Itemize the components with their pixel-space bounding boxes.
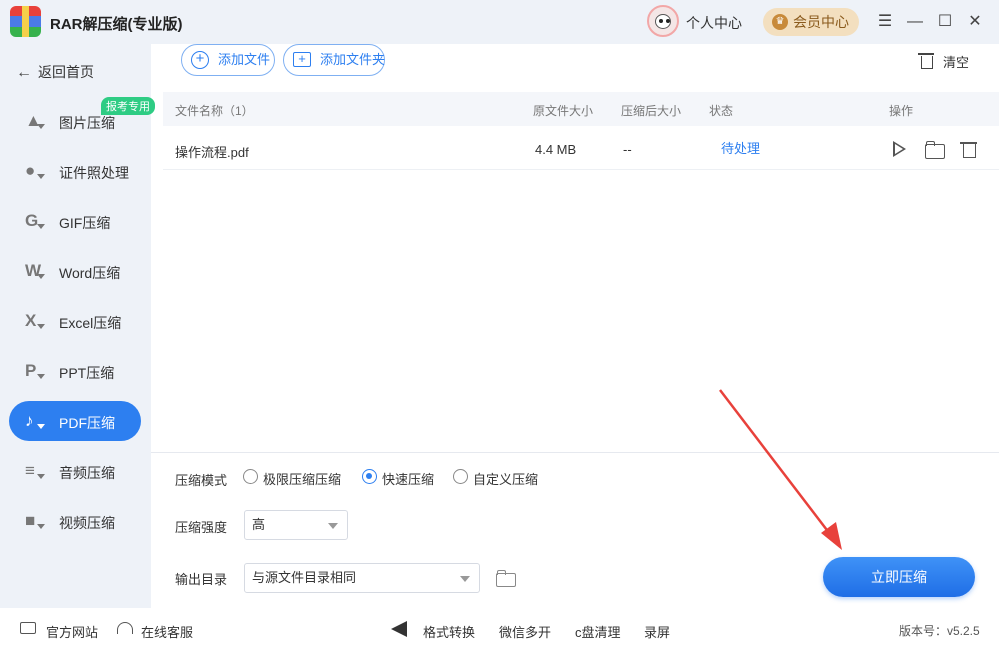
pdf-icon: ♪ (25, 410, 49, 432)
sidebar-item-label: GIF压缩 (59, 215, 111, 231)
maximize-icon[interactable]: ☐ (934, 11, 956, 33)
vip-center-button[interactable]: ♛ 会员中心 (763, 8, 859, 36)
footer-link-wechat[interactable]: 微信多开 (499, 622, 551, 641)
output-label: 输出目录 (175, 572, 228, 587)
sidebar-item-excel[interactable]: X Excel压缩 (9, 301, 141, 341)
id-photo-icon: ● (25, 160, 49, 182)
col-actions: 操作 (889, 104, 914, 118)
sidebar-item-label: Excel压缩 (59, 315, 122, 331)
radio-icon (453, 469, 468, 484)
audio-icon: ≡ (25, 460, 49, 482)
folder-plus-icon: + (293, 52, 311, 67)
add-file-label: 添加文件 (218, 52, 271, 67)
minimize-icon[interactable]: — (904, 11, 926, 33)
sidebar-item-audio[interactable]: ≡ 音频压缩 (9, 451, 141, 491)
version-label: 版本号：v5.2.5 (899, 624, 980, 638)
official-website-link[interactable]: 官方网站 (46, 622, 98, 641)
browse-folder-icon[interactable] (496, 569, 516, 587)
word-icon: W (25, 260, 49, 282)
file-name: 操作流程.pdf (175, 145, 249, 160)
compressed-size: -- (623, 142, 632, 157)
sidebar-item-gif[interactable]: G GIF压缩 (9, 201, 141, 241)
strength-select[interactable]: 高 (244, 510, 348, 540)
add-file-button[interactable]: + 添加文件 (181, 44, 275, 76)
ppt-icon: P (25, 360, 49, 382)
footer: 官方网站 在线客服 格式转换 微信多开 c盘清理 录屏 版本号：v5.2.5 (0, 612, 999, 649)
online-support-link[interactable]: 在线客服 (141, 622, 193, 641)
clear-button[interactable]: 清空 (918, 52, 970, 71)
radio-icon (243, 469, 258, 484)
play-icon[interactable] (893, 141, 906, 157)
strength-label: 压缩强度 (175, 520, 228, 535)
col-file-name: 文件名称（1） (175, 104, 254, 118)
gif-icon: G (25, 210, 49, 232)
sidebar-item-ppt[interactable]: P PPT压缩 (9, 351, 141, 391)
chevron-down-icon (460, 576, 470, 582)
sidebar-item-label: 视频压缩 (59, 515, 115, 531)
image-compress-icon: ▲ (25, 110, 49, 132)
close-icon[interactable]: ✕ (964, 11, 986, 33)
file-table-header: 文件名称（1） 原文件大小 压缩后大小 状态 操作 (163, 92, 999, 126)
status-link[interactable]: 待处理 (721, 138, 760, 157)
mode-option-label: 极限压缩压缩 (263, 472, 342, 487)
compress-now-button[interactable]: 立即压缩 (823, 557, 975, 597)
back-home-label: 返回首页 (38, 64, 94, 80)
sidebar-item-label: PPT压缩 (59, 365, 115, 381)
add-folder-button[interactable]: + 添加文件夹 (283, 44, 385, 76)
vip-center-label: 会员中心 (793, 14, 849, 30)
footer-link-cdisk[interactable]: c盘清理 (575, 622, 621, 641)
sidebar-item-word[interactable]: W Word压缩 (9, 251, 141, 291)
sidebar-item-pdf[interactable]: ♪ PDF压缩 (9, 401, 141, 441)
col-original-size: 原文件大小 (533, 104, 594, 118)
avatar-icon[interactable] (647, 5, 679, 37)
mode-option-label: 自定义压缩 (473, 472, 539, 487)
sidebar-item-label: 音频压缩 (59, 465, 115, 481)
output-dir-select[interactable]: 与源文件目录相同 (244, 563, 480, 593)
mode-option-label: 快速压缩 (382, 472, 435, 487)
sidebar-item-label: 证件照处理 (59, 165, 129, 181)
app-title: RAR解压缩(专业版) (50, 16, 183, 33)
personal-center-link[interactable]: 个人中心 (686, 13, 742, 33)
panel-divider (151, 452, 999, 453)
exam-badge: 报考专用 (101, 97, 155, 115)
mode-label: 压缩模式 (175, 473, 228, 488)
chevron-down-icon (328, 523, 338, 529)
app-logo-icon (10, 6, 41, 37)
video-icon: ■ (25, 510, 49, 532)
headset-icon (117, 622, 133, 634)
footer-link-format[interactable]: 格式转换 (423, 622, 475, 641)
arrow-left-icon: ← (16, 64, 32, 81)
excel-icon: X (25, 310, 49, 332)
radio-checked-icon (362, 469, 377, 484)
table-row: 操作流程.pdf 4.4 MB -- 待处理 (163, 127, 999, 170)
sidebar-item-label: 图片压缩 (59, 115, 115, 131)
trash-icon (918, 53, 934, 69)
sidebar-item-label: PDF压缩 (59, 415, 115, 431)
crown-icon: ♛ (772, 14, 788, 30)
clear-label: 清空 (943, 55, 970, 70)
plus-circle-icon: + (191, 51, 209, 69)
monitor-icon (20, 622, 36, 634)
open-folder-icon[interactable] (925, 139, 945, 159)
original-size: 4.4 MB (535, 142, 577, 157)
footer-link-record[interactable]: 录屏 (644, 622, 670, 641)
strength-value: 高 (252, 517, 266, 532)
sidebar-item-id-photo[interactable]: ● 证件照处理 (9, 151, 141, 191)
back-home-button[interactable]: ← 返回首页 (16, 62, 94, 82)
delete-icon[interactable] (960, 139, 980, 159)
sidebar-item-video[interactable]: ■ 视频压缩 (9, 501, 141, 541)
menu-icon[interactable]: ☰ (874, 11, 896, 33)
add-folder-label: 添加文件夹 (320, 52, 386, 67)
title-bar: RAR解压缩(专业版) 个人中心 ♛ 会员中心 ☰ — ☐ ✕ (0, 0, 999, 44)
output-dir-value: 与源文件目录相同 (252, 570, 357, 585)
col-status: 状态 (709, 104, 734, 118)
megaphone-icon (391, 621, 407, 637)
col-compressed-size: 压缩后大小 (621, 104, 682, 118)
sidebar-item-label: Word压缩 (59, 265, 121, 281)
